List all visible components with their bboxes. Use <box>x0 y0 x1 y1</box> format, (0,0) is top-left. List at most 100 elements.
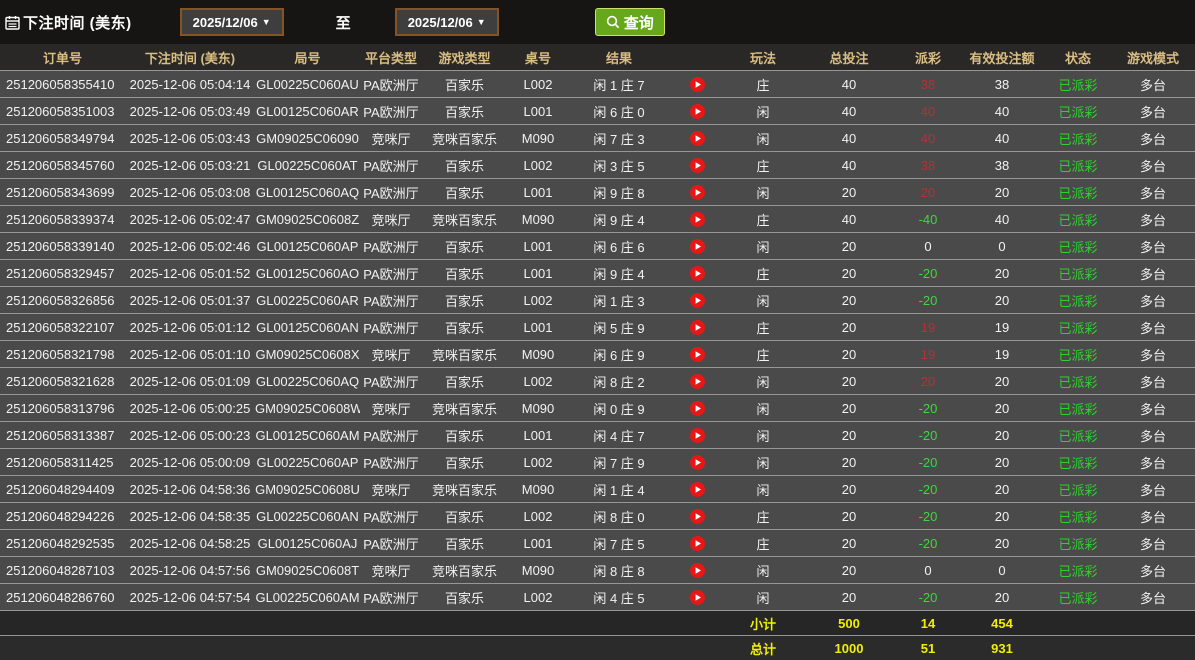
cell-table-no: L001 <box>507 98 569 125</box>
cell-valid-bet: 20 <box>959 503 1045 530</box>
table-row: 251206058343699 2025-12-06 05:03:08 GL00… <box>0 179 1195 206</box>
cell-play-type: 闲 <box>725 584 801 611</box>
cell-replay <box>669 71 725 98</box>
cell-payout: 0 <box>897 557 959 584</box>
play-icon[interactable] <box>690 77 705 92</box>
cell-game-mode: 多台 <box>1111 422 1195 449</box>
calendar-icon <box>5 15 20 30</box>
cell-game-mode: 多台 <box>1111 341 1195 368</box>
play-icon[interactable] <box>690 212 705 227</box>
query-button[interactable]: 查询 <box>595 8 665 36</box>
cell-table-no: L001 <box>507 233 569 260</box>
cell-round: GL00125C060AQ <box>255 179 360 206</box>
cell-game-type: 竞咪百家乐 <box>422 557 507 584</box>
play-icon[interactable] <box>690 347 705 362</box>
cell-status: 已派彩 <box>1045 341 1111 368</box>
play-icon[interactable] <box>690 536 705 551</box>
play-icon[interactable] <box>690 320 705 335</box>
cell-total-bet: 20 <box>801 476 897 503</box>
cell-game-type: 百家乐 <box>422 449 507 476</box>
play-icon[interactable] <box>690 482 705 497</box>
cell-valid-bet: 40 <box>959 125 1045 152</box>
cell-replay <box>669 152 725 179</box>
cell-table-no: M090 <box>507 395 569 422</box>
cell-valid-bet: 20 <box>959 530 1045 557</box>
cell-status: 已派彩 <box>1045 260 1111 287</box>
cell-bet-time: 2025-12-06 05:04:14 <box>125 71 255 98</box>
cell-game-mode: 多台 <box>1111 98 1195 125</box>
play-icon[interactable] <box>690 158 705 173</box>
play-icon[interactable] <box>690 455 705 470</box>
cell-game-type: 竞咪百家乐 <box>422 476 507 503</box>
cell-result: 闲 1 庄 4 <box>569 476 669 503</box>
table-row: 251206058313796 2025-12-06 05:00:25 GM09… <box>0 395 1195 422</box>
cell-replay <box>669 422 725 449</box>
cell-game-mode: 多台 <box>1111 314 1195 341</box>
table-footer: 小计 500 14 454 总计 1000 51 931 <box>0 611 1195 660</box>
date-from-select[interactable]: 2025/12/06 ▼ <box>180 8 284 36</box>
cell-table-no: L002 <box>507 71 569 98</box>
col-status: 状态 <box>1045 44 1111 71</box>
cell-bet-time: 2025-12-06 05:00:23 <box>125 422 255 449</box>
search-icon <box>606 15 620 29</box>
cell-total-bet: 40 <box>801 125 897 152</box>
play-icon[interactable] <box>690 590 705 605</box>
cell-bet-time: 2025-12-06 04:58:25 <box>125 530 255 557</box>
cell-bet-time: 2025-12-06 05:01:10 <box>125 341 255 368</box>
cell-payout: 19 <box>897 314 959 341</box>
play-icon[interactable] <box>690 131 705 146</box>
cell-order: 251206058351003 <box>0 98 125 125</box>
cell-play-type: 闲 <box>725 287 801 314</box>
col-table-no: 桌号 <box>507 44 569 71</box>
cell-order: 251206058322107 <box>0 314 125 341</box>
table-row: 251206058339374 2025-12-06 05:02:47 GM09… <box>0 206 1195 233</box>
cell-platform: 竞咪厅 <box>360 206 422 233</box>
cell-payout: -20 <box>897 260 959 287</box>
cell-replay <box>669 314 725 341</box>
cell-play-type: 闲 <box>725 98 801 125</box>
cell-table-no: L002 <box>507 152 569 179</box>
cell-play-type: 闲 <box>725 476 801 503</box>
table-row: 251206048286760 2025-12-06 04:57:54 GL00… <box>0 584 1195 611</box>
cell-round: GL00125C060AP <box>255 233 360 260</box>
play-icon[interactable] <box>690 401 705 416</box>
cell-replay <box>669 287 725 314</box>
cell-result: 闲 9 庄 4 <box>569 260 669 287</box>
cell-game-mode: 多台 <box>1111 530 1195 557</box>
cell-order: 251206058311425 <box>0 449 125 476</box>
cell-game-mode: 多台 <box>1111 152 1195 179</box>
table-body: 251206058355410 2025-12-06 05:04:14 GL00… <box>0 71 1195 611</box>
cell-bet-time: 2025-12-06 05:03:49 <box>125 98 255 125</box>
cell-play-type: 闲 <box>725 557 801 584</box>
play-icon[interactable] <box>690 374 705 389</box>
play-icon[interactable] <box>690 428 705 443</box>
play-icon[interactable] <box>690 266 705 281</box>
play-icon[interactable] <box>690 293 705 308</box>
date-to-select[interactable]: 2025/12/06 ▼ <box>395 8 499 36</box>
cell-status: 已派彩 <box>1045 449 1111 476</box>
col-play-type: 玩法 <box>725 44 801 71</box>
cell-game-mode: 多台 <box>1111 125 1195 152</box>
cell-round: GL00225C060AQ <box>255 368 360 395</box>
cell-valid-bet: 20 <box>959 395 1045 422</box>
play-icon[interactable] <box>690 563 705 578</box>
play-icon[interactable] <box>690 239 705 254</box>
table-row: 251206058322107 2025-12-06 05:01:12 GL00… <box>0 314 1195 341</box>
play-icon[interactable] <box>690 104 705 119</box>
cell-table-no: L002 <box>507 368 569 395</box>
cell-status: 已派彩 <box>1045 503 1111 530</box>
cell-total-bet: 20 <box>801 287 897 314</box>
cell-platform: PA欧洲厅 <box>360 530 422 557</box>
subtotal-valid-bet: 454 <box>959 611 1045 636</box>
table-row: 251206058329457 2025-12-06 05:01:52 GL00… <box>0 260 1195 287</box>
cell-game-type: 百家乐 <box>422 179 507 206</box>
cell-payout: 40 <box>897 98 959 125</box>
play-icon[interactable] <box>690 185 705 200</box>
cell-replay <box>669 476 725 503</box>
cell-play-type: 庄 <box>725 341 801 368</box>
play-icon[interactable] <box>690 509 705 524</box>
cell-table-no: M090 <box>507 476 569 503</box>
cell-play-type: 闲 <box>725 368 801 395</box>
cell-order: 251206058321798 <box>0 341 125 368</box>
cell-status: 已派彩 <box>1045 422 1111 449</box>
